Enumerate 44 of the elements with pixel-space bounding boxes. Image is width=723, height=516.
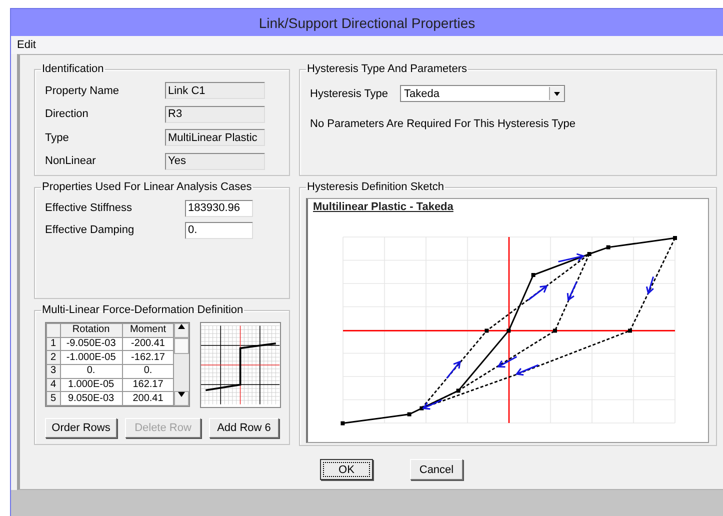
button[interactable]: Add Row 6 xyxy=(209,418,279,438)
field-label: Direction xyxy=(45,108,90,120)
group-title: Hysteresis Definition Sketch xyxy=(306,181,445,193)
scroll-thumb[interactable] xyxy=(174,338,190,354)
group-title: Hysteresis Type And Parameters xyxy=(306,63,468,75)
triangle-icon[interactable] xyxy=(178,392,186,397)
input-field[interactable]: 0. xyxy=(185,222,253,238)
button[interactable]: Cancel xyxy=(410,459,463,480)
table-cell: 1.000E-05 xyxy=(60,378,122,392)
menu-item[interactable]: Edit xyxy=(15,39,38,51)
table-cell: 9.050E-03 xyxy=(60,392,122,406)
row-number: 2 xyxy=(46,350,60,364)
window-title: Link/Support Directional Properties xyxy=(258,14,476,30)
scrollbar[interactable] xyxy=(174,323,190,406)
group-title: Identification xyxy=(41,63,105,75)
button[interactable]: OK xyxy=(320,459,373,480)
input-field[interactable]: MultiLinear Plastic xyxy=(165,129,265,146)
table-cell: 0. xyxy=(60,364,122,378)
table-header: Rotation xyxy=(60,324,122,338)
field-label: Effective Damping xyxy=(45,224,136,236)
input-field[interactable]: Yes xyxy=(165,152,265,170)
row-number: 3 xyxy=(46,364,60,378)
field-label: NonLinear xyxy=(45,155,97,168)
message-text: No Parameters Are Required For This Hysteresis Type xyxy=(310,118,577,130)
sketch-heading: Multilinear Plastic - Takeda xyxy=(313,201,454,213)
table-cell: -9.050E-03 xyxy=(60,337,122,351)
table-header xyxy=(46,324,60,338)
group-title: Properties Used For Linear Analysis Cases xyxy=(41,181,253,193)
input-field[interactable]: 183930.96 xyxy=(185,200,253,216)
field-label: Type xyxy=(45,132,70,144)
table-header: Moment xyxy=(122,324,174,338)
triangle-icon[interactable] xyxy=(178,324,186,329)
input-field[interactable]: R3 xyxy=(165,106,265,123)
dropdown[interactable]: Takeda xyxy=(400,85,565,102)
input-field[interactable]: Link C1 xyxy=(165,82,265,100)
table-cell: -1.000E-05 xyxy=(60,350,122,364)
field-label: Property Name xyxy=(45,84,120,97)
row-number: 1 xyxy=(46,337,60,351)
row-number: 4 xyxy=(46,378,60,392)
row-number: 5 xyxy=(46,392,60,406)
button[interactable]: Order Rows xyxy=(45,418,117,438)
field-label: Hysteresis Type xyxy=(310,88,390,100)
group-title: Multi-Linear Force-Deformation Definition xyxy=(41,304,244,316)
field-label: Effective Stiffness xyxy=(45,202,134,214)
